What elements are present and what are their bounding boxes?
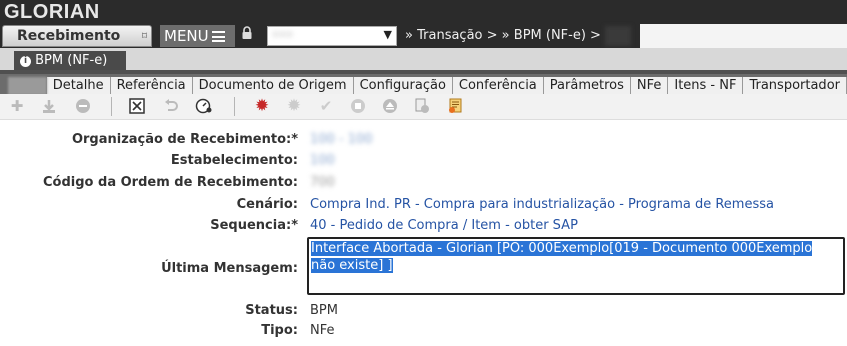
lock-icon[interactable] (241, 26, 255, 45)
estabelecimento-label: Estabelecimento: (170, 153, 298, 168)
codigo-value: 700 (310, 175, 335, 190)
tipo-label: Tipo: (261, 323, 298, 338)
report-icon[interactable] (446, 97, 464, 115)
tab-main[interactable] (8, 77, 47, 95)
close-box-icon[interactable] (128, 97, 146, 115)
cenario-link[interactable]: Compra Ind. PR - Compra para industriali… (310, 197, 774, 212)
tab-parametros[interactable]: Parâmetros (543, 77, 631, 95)
red-gear-icon[interactable]: ✹ (253, 96, 271, 116)
tab-transportador[interactable]: Transportador (743, 77, 847, 95)
estabelecimento-value[interactable]: 100 (310, 153, 335, 168)
document-tab-bar: i BPM (NF-e) ✕ (0, 48, 847, 87)
stop-icon[interactable] (349, 97, 367, 115)
form-row-cenario: Cenário: Compra Ind. PR - Compra para in… (0, 195, 847, 215)
cenario-label: Cenário: (236, 197, 298, 212)
ultima-mensagem-line-1: Interface Abortada - Glorian [PO: 000Exe… (311, 241, 813, 256)
eject-icon[interactable] (381, 97, 399, 115)
sequencia-link[interactable]: 40 - Pedido de Compra / Item - obter SAP (310, 218, 578, 233)
tipo-value: NFe (310, 323, 335, 338)
document-tab-label: BPM (NF-e) (35, 53, 108, 68)
module-tab-recebimento[interactable]: Recebimento ⌑ (2, 25, 152, 47)
breadcrumb: » Transação > » BPM (NF-e) > (405, 24, 632, 48)
status-value: BPM (310, 303, 338, 318)
form-row-sequencia: Sequencia:* 40 - Pedido de Compra / Item… (0, 216, 847, 236)
tab-configuracao[interactable]: Configuração (353, 77, 453, 95)
gear-icon[interactable]: ✹ (285, 96, 303, 116)
ultima-mensagem-line-2: não existe] ] (311, 258, 393, 273)
organizacao-value[interactable]: 100 - 100 (310, 132, 373, 147)
hamburger-icon (211, 31, 225, 42)
check-icon[interactable]: ✔ (317, 97, 335, 115)
organizacao-label: Organização de Recebimento:* (71, 132, 298, 147)
info-icon: i (20, 56, 31, 67)
status-label: Status: (245, 303, 298, 318)
organization-select-value: ••• (272, 28, 294, 42)
organization-select[interactable]: ••• ▼ (267, 26, 397, 46)
tab-nfe[interactable]: NFe (630, 77, 669, 95)
glorian-logo: GLORIAN (4, 1, 100, 23)
remove-icon[interactable] (74, 97, 92, 115)
ultima-mensagem-textarea[interactable]: Interface Abortada - Glorian [PO: 000Exe… (307, 237, 845, 295)
ultima-mensagem-label: Última Mensagem: (161, 261, 298, 276)
subtab-bar: Detalhe Referência Documento de Origem C… (0, 70, 847, 95)
tab-detalhe[interactable]: Detalhe (46, 77, 111, 95)
tab-documento-de-origem[interactable]: Documento de Origem (192, 77, 354, 95)
navigation-bar: Recebimento ⌑ MENU ••• ▼ » Transação > »… (0, 24, 847, 48)
undo-icon[interactable] (162, 97, 180, 115)
toolbar: ✚ ✹ ✹ ✔ (0, 94, 847, 120)
tab-conferencia[interactable]: Conferência (452, 77, 544, 95)
menu-label: MENU (164, 27, 209, 45)
toolbar-separator (234, 97, 235, 116)
breadcrumb-arrow-icon: » (501, 28, 510, 43)
menu-button[interactable]: MENU (160, 25, 235, 47)
form-row-organizacao: Organização de Recebimento:* 100 - 100 (0, 130, 847, 150)
form-row-codigo: Código da Ordem de Recebimento: 700 (0, 173, 847, 193)
form-row-tipo: Tipo: NFe (0, 321, 847, 341)
form-row-status: Status: BPM (0, 301, 847, 321)
add-icon[interactable]: ✚ (8, 97, 26, 115)
breadcrumb-arrow-icon: » (405, 28, 413, 43)
toolbar-separator (111, 97, 112, 116)
document-icon[interactable] (413, 97, 431, 115)
download-icon[interactable] (40, 97, 58, 115)
tab-referencia[interactable]: Referência (110, 77, 193, 95)
pin-icon[interactable]: ⌑ (142, 31, 147, 42)
gauge-icon[interactable] (195, 97, 213, 115)
navbar-blank-area (640, 24, 847, 48)
document-tab-bpm-nfe[interactable]: i BPM (NF-e) ✕ (14, 51, 126, 87)
sequencia-label: Sequencia:* (210, 218, 298, 233)
form-row-estabelecimento: Estabelecimento: 100 (0, 151, 847, 171)
top-bar: GLORIAN (0, 0, 847, 24)
codigo-label: Código da Ordem de Recebimento: (43, 175, 298, 190)
breadcrumb-bpm[interactable]: BPM (NF-e) > (514, 28, 601, 43)
breadcrumb-transacao[interactable]: Transação > (417, 28, 497, 43)
tab-itens-nf[interactable]: Itens - NF (668, 77, 744, 95)
chevron-down-icon: ▼ (383, 28, 392, 41)
module-label: Recebimento (17, 28, 121, 44)
breadcrumb-current (605, 25, 632, 46)
